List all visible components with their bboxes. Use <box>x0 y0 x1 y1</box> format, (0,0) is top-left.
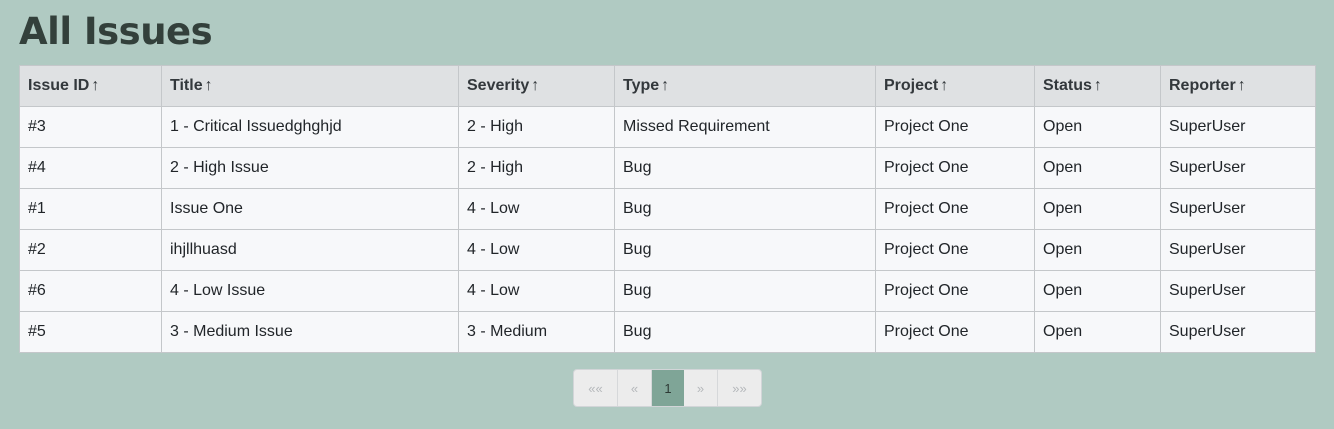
table-header-row: Issue ID ↑ Title ↑ Severity ↑ Type ↑ Project ↑ Sta… <box>19 65 1316 107</box>
sort-arrow-up-icon[interactable]: ↑ <box>1094 77 1102 95</box>
type-cell: Bug <box>614 229 876 271</box>
type-cell: Bug <box>614 270 876 312</box>
type-cell: Bug <box>614 188 876 230</box>
column-header-label: Status <box>1043 77 1092 94</box>
page-1-button[interactable]: 1 <box>652 370 684 406</box>
project-cell: Project One <box>875 229 1035 271</box>
column-header-severity[interactable]: Severity ↑ <box>458 65 615 107</box>
project-cell: Project One <box>875 188 1035 230</box>
issue-id-cell: #5 <box>19 311 162 353</box>
severity-cell: 4 - Low <box>458 270 615 312</box>
column-header-label: Title <box>170 77 203 94</box>
column-header-status[interactable]: Status ↑ <box>1034 65 1161 107</box>
severity-cell: 2 - High <box>458 106 615 148</box>
severity-cell: 3 - Medium <box>458 311 615 353</box>
column-header-title[interactable]: Title ↑ <box>161 65 459 107</box>
issues-table: Issue ID ↑ Title ↑ Severity ↑ Type ↑ Project ↑ Sta… <box>19 65 1316 353</box>
reporter-cell: SuperUser <box>1160 270 1316 312</box>
type-cell: Bug <box>614 311 876 353</box>
title-cell[interactable]: ihjllhuasd <box>161 229 459 271</box>
status-cell: Open <box>1034 270 1161 312</box>
title-cell[interactable]: Issue One <box>161 188 459 230</box>
status-cell: Open <box>1034 311 1161 353</box>
issue-id-cell: #4 <box>19 147 162 189</box>
column-header-label: Severity <box>467 77 530 94</box>
table-row[interactable]: #4 2 - High Issue 2 - High Bug Project One Op… <box>19 147 1316 189</box>
issue-id-cell: #2 <box>19 229 162 271</box>
severity-cell: 2 - High <box>458 147 615 189</box>
severity-cell: 4 - Low <box>458 188 615 230</box>
column-header-project[interactable]: Project ↑ <box>875 65 1035 107</box>
reporter-cell: SuperUser <box>1160 188 1316 230</box>
type-cell: Bug <box>614 147 876 189</box>
previous-page-button[interactable]: « <box>618 370 652 406</box>
status-cell: Open <box>1034 229 1161 271</box>
sort-arrow-up-icon[interactable]: ↑ <box>205 77 213 95</box>
sort-arrow-up-icon[interactable]: ↑ <box>940 77 948 95</box>
sort-arrow-up-icon[interactable]: ↑ <box>661 77 669 95</box>
table-row[interactable]: #1 Issue One 4 - Low Bug Project One Open Supe… <box>19 188 1316 230</box>
pagination: «« « 1 » »» <box>573 369 762 407</box>
first-page-button[interactable]: «« <box>574 370 618 406</box>
sort-arrow-up-icon[interactable]: ↑ <box>531 77 539 95</box>
severity-cell: 4 - Low <box>458 229 615 271</box>
table-row[interactable]: #2 ihjllhuasd 4 - Low Bug Project One Open Sup… <box>19 229 1316 271</box>
project-cell: Project One <box>875 311 1035 353</box>
sort-arrow-up-icon[interactable]: ↑ <box>91 77 99 95</box>
column-header-reporter[interactable]: Reporter ↑ <box>1160 65 1316 107</box>
table-body: #3 1 - Critical Issuedghghjd 2 - High Misse… <box>19 106 1316 353</box>
status-cell: Open <box>1034 106 1161 148</box>
column-header-label: Issue ID <box>28 77 90 94</box>
column-header-label: Type <box>623 77 660 94</box>
project-cell: Project One <box>875 270 1035 312</box>
issues-table-container: Issue ID ↑ Title ↑ Severity ↑ Type ↑ Project ↑ Sta… <box>19 65 1316 353</box>
table-row[interactable]: #3 1 - Critical Issuedghghjd 2 - High Misse… <box>19 106 1316 148</box>
status-cell: Open <box>1034 147 1161 189</box>
table-row[interactable]: #5 3 - Medium Issue 3 - Medium Bug Project O… <box>19 311 1316 353</box>
table-row[interactable]: #6 4 - Low Issue 4 - Low Bug Project One Open… <box>19 270 1316 312</box>
title-cell[interactable]: 1 - Critical Issuedghghjd <box>161 106 459 148</box>
sort-arrow-up-icon[interactable]: ↑ <box>1238 77 1246 95</box>
project-cell: Project One <box>875 106 1035 148</box>
project-cell: Project One <box>875 147 1035 189</box>
next-page-button[interactable]: » <box>684 370 718 406</box>
issue-id-cell: #3 <box>19 106 162 148</box>
column-header-type[interactable]: Type ↑ <box>614 65 876 107</box>
last-page-button[interactable]: »» <box>718 370 761 406</box>
reporter-cell: SuperUser <box>1160 229 1316 271</box>
column-header-label: Project <box>884 77 939 94</box>
reporter-cell: SuperUser <box>1160 106 1316 148</box>
title-cell[interactable]: 2 - High Issue <box>161 147 459 189</box>
column-header-issue-id[interactable]: Issue ID ↑ <box>19 65 162 107</box>
issue-id-cell: #1 <box>19 188 162 230</box>
issue-id-cell: #6 <box>19 270 162 312</box>
page-title: All Issues <box>19 10 213 53</box>
type-cell: Missed Requirement <box>614 106 876 148</box>
reporter-cell: SuperUser <box>1160 147 1316 189</box>
title-cell[interactable]: 3 - Medium Issue <box>161 311 459 353</box>
title-cell[interactable]: 4 - Low Issue <box>161 270 459 312</box>
reporter-cell: SuperUser <box>1160 311 1316 353</box>
status-cell: Open <box>1034 188 1161 230</box>
column-header-label: Reporter <box>1169 77 1236 94</box>
